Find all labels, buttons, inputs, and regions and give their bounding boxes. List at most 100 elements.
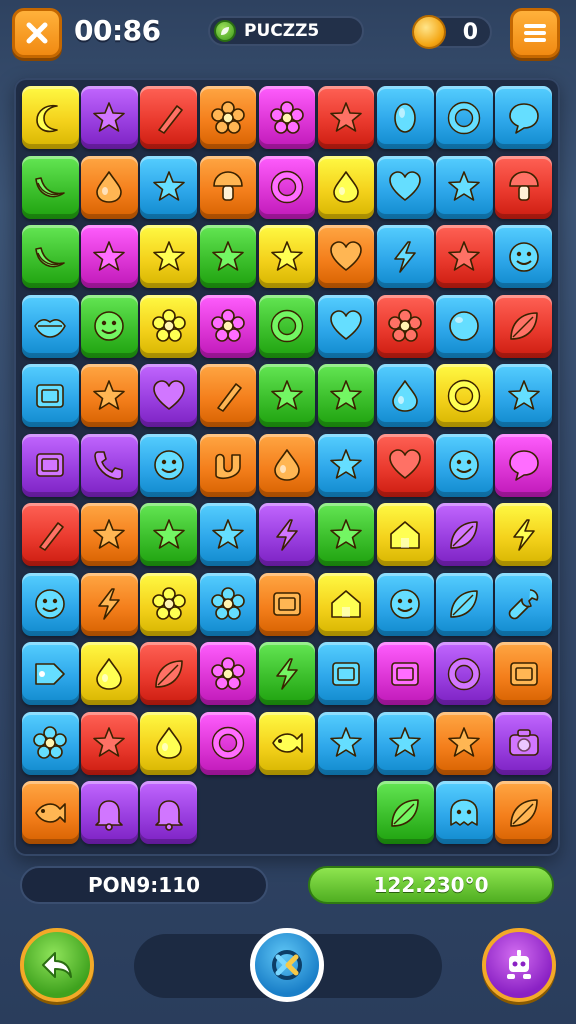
tile-blue-heart[interactable] xyxy=(317,294,375,358)
tile-blue-face[interactable] xyxy=(436,433,493,497)
tile-purple-leaf[interactable] xyxy=(436,503,493,566)
tile-purple-ring[interactable] xyxy=(436,642,493,705)
tile-green-star[interactable] xyxy=(317,503,375,566)
menu-button[interactable] xyxy=(510,8,560,58)
tile-blue-heart[interactable] xyxy=(377,155,434,219)
tile-blue-box[interactable] xyxy=(317,642,375,705)
tile-blue-star[interactable] xyxy=(199,503,257,566)
tile-blue-leaf[interactable] xyxy=(436,572,493,636)
tile-yellow-drop[interactable] xyxy=(317,155,375,219)
tile-blue-ghost[interactable] xyxy=(436,781,493,844)
tile-orange-star[interactable] xyxy=(81,503,138,566)
undo-button[interactable] xyxy=(20,928,94,1002)
tile-green-bolt[interactable] xyxy=(258,642,316,705)
tile-purple-phone[interactable] xyxy=(81,433,138,497)
tile-magenta-box[interactable] xyxy=(377,642,434,705)
tile-magenta-flower[interactable] xyxy=(199,294,257,358)
tile-orange-bolt[interactable] xyxy=(81,572,138,636)
tile-green-star[interactable] xyxy=(258,364,316,427)
tile-blue-star[interactable] xyxy=(140,155,197,219)
tile-green-star[interactable] xyxy=(199,225,257,288)
tile-blue-face[interactable] xyxy=(140,433,197,497)
tile-red-leaf[interactable] xyxy=(140,642,197,705)
tile-yellow-drop[interactable] xyxy=(81,642,138,705)
tile-purple-box[interactable] xyxy=(22,433,79,497)
tile-yellow-flower[interactable] xyxy=(140,294,197,358)
tile-blue-wrench[interactable] xyxy=(495,572,552,636)
tile-blue-star[interactable] xyxy=(495,364,552,427)
tile-blue-chat[interactable] xyxy=(495,86,552,149)
tile-green-star[interactable] xyxy=(140,503,197,566)
tile-blue-face[interactable] xyxy=(377,572,434,636)
tile-blue-flower[interactable] xyxy=(22,711,79,775)
tile-blue-drop[interactable] xyxy=(377,364,434,427)
tile-blue-tag[interactable] xyxy=(22,642,79,705)
tile-green-face[interactable] xyxy=(81,294,138,358)
tile-purple-camera[interactable] xyxy=(495,711,552,775)
tile-purple-bolt[interactable] xyxy=(258,503,316,566)
tile-magenta-flower[interactable] xyxy=(199,642,257,705)
tile-blue-ring[interactable] xyxy=(436,86,493,149)
tile-blue-face[interactable] xyxy=(22,572,79,636)
tile-magenta-ring[interactable] xyxy=(258,155,316,219)
tile-yellow-ring[interactable] xyxy=(436,364,493,427)
tile-blue-bolt[interactable] xyxy=(377,225,434,288)
tile-blue-star[interactable] xyxy=(317,433,375,497)
tile-orange-stick[interactable] xyxy=(199,364,257,427)
tile-orange-flower[interactable] xyxy=(199,86,257,149)
tile-purple-bell[interactable] xyxy=(81,781,138,844)
close-button[interactable] xyxy=(12,8,62,58)
tile-magenta-chat[interactable] xyxy=(495,433,552,497)
shuffle-button[interactable] xyxy=(250,928,324,1002)
tile-green-leaf[interactable] xyxy=(377,781,434,844)
tile-yellow-drop[interactable] xyxy=(140,711,197,775)
tile-orange-box[interactable] xyxy=(258,572,316,636)
tile-green-star[interactable] xyxy=(317,364,375,427)
tile-red-star[interactable] xyxy=(317,86,375,149)
tile-orange-star[interactable] xyxy=(436,711,493,775)
tile-yellow-flower[interactable] xyxy=(140,572,197,636)
tile-yellow-fish[interactable] xyxy=(258,711,316,775)
tile-orange-mushroom[interactable] xyxy=(199,155,257,219)
tile-magenta-star[interactable] xyxy=(81,225,138,288)
tile-red-star[interactable] xyxy=(81,711,138,775)
tile-blue-gem[interactable] xyxy=(377,86,434,149)
tile-red-star[interactable] xyxy=(436,225,493,288)
tile-blue-flower[interactable] xyxy=(199,572,257,636)
tile-red-stick[interactable] xyxy=(140,86,197,149)
tile-yellow-bolt[interactable] xyxy=(495,503,552,566)
tile-orange-heart[interactable] xyxy=(317,225,375,288)
tile-red-heart[interactable] xyxy=(377,433,434,497)
tile-purple-star[interactable] xyxy=(81,86,138,149)
tile-green-banana[interactable] xyxy=(22,225,79,288)
tile-blue-star[interactable] xyxy=(436,155,493,219)
tile-yellow-house[interactable] xyxy=(377,503,434,566)
tile-yellow-crescent[interactable] xyxy=(22,86,79,149)
tile-green-banana[interactable] xyxy=(22,155,79,219)
tile-blue-face[interactable] xyxy=(495,225,552,288)
tile-orange-fish[interactable] xyxy=(22,781,79,844)
tile-blue-lips[interactable] xyxy=(22,294,79,358)
tile-blue-box[interactable] xyxy=(22,364,79,427)
tile-purple-heart[interactable] xyxy=(140,364,197,427)
tile-blue-star[interactable] xyxy=(377,711,434,775)
tile-green-ring[interactable] xyxy=(258,294,316,358)
tile-orange-box[interactable] xyxy=(495,642,552,705)
tile-red-stick[interactable] xyxy=(22,503,79,566)
tile-orange-wave[interactable] xyxy=(199,433,257,497)
tile-purple-bell[interactable] xyxy=(140,781,197,844)
tile-red-leaf[interactable] xyxy=(495,294,552,358)
tile-blue-ball[interactable] xyxy=(436,294,493,358)
tile-orange-star[interactable] xyxy=(81,364,138,427)
tile-yellow-star[interactable] xyxy=(258,225,316,288)
tile-orange-drop[interactable] xyxy=(258,433,316,497)
tile-yellow-house[interactable] xyxy=(317,572,375,636)
tile-magenta-ring[interactable] xyxy=(199,711,257,775)
tile-red-mushroom[interactable] xyxy=(495,155,552,219)
tile-blue-star[interactable] xyxy=(317,711,375,775)
tile-red-flower[interactable] xyxy=(377,294,434,358)
tile-orange-leaf[interactable] xyxy=(495,781,552,844)
tile-orange-drop[interactable] xyxy=(81,155,138,219)
tile-yellow-star[interactable] xyxy=(140,225,197,288)
tile-magenta-flower[interactable] xyxy=(258,86,316,149)
